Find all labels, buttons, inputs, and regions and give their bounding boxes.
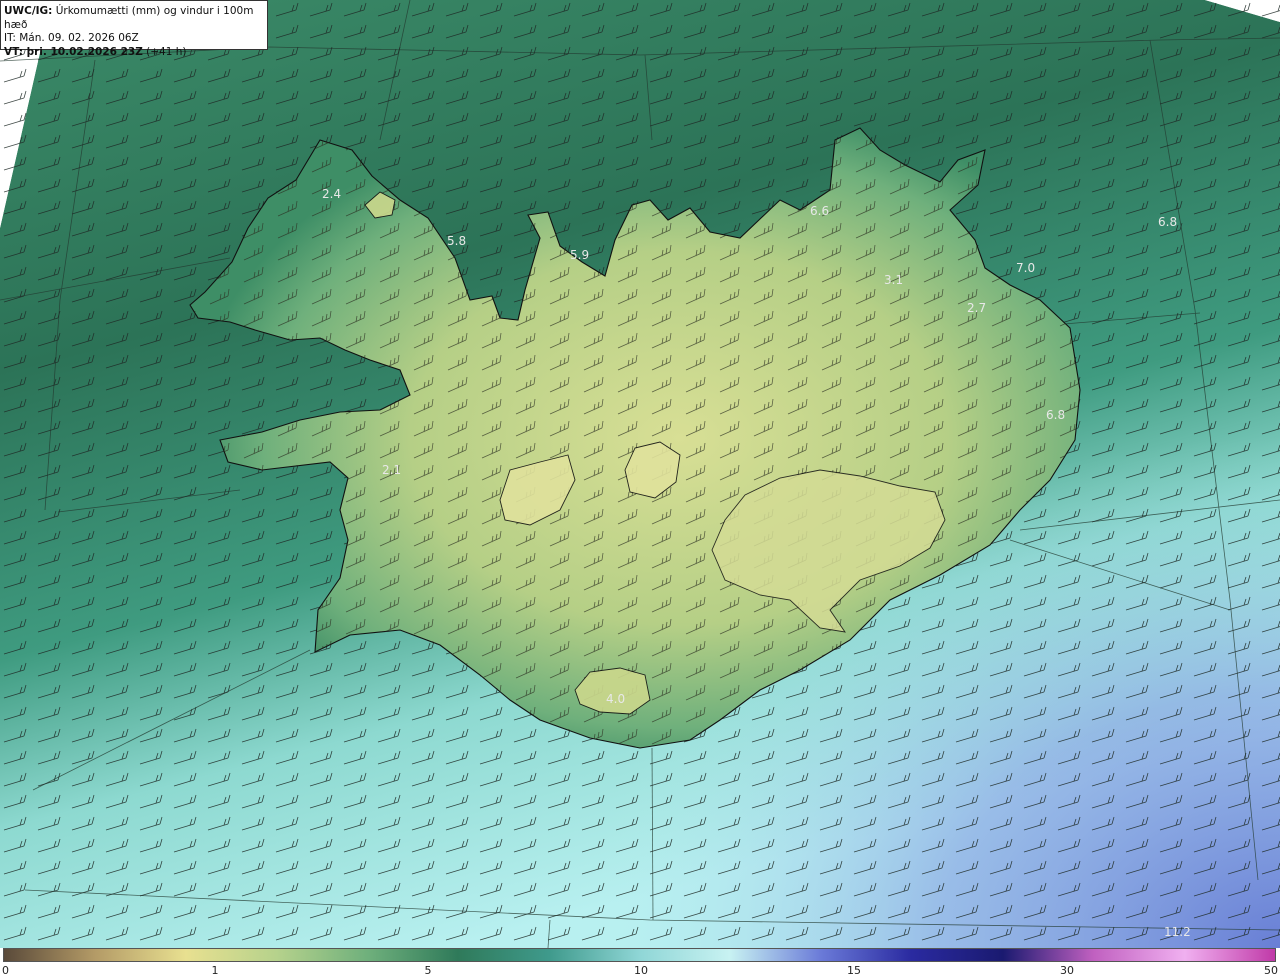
valid-time-line: VT: þri. 10.02.2026 23Z (+41 h) (4, 46, 264, 60)
value-label: 2.1 (382, 463, 401, 477)
colorbar-tick: 0 (2, 964, 9, 977)
value-label: 2.4 (322, 187, 341, 201)
value-label: 5.8 (447, 234, 466, 248)
value-label: 6.6 (810, 204, 829, 218)
lead-time: (+41 h) (142, 45, 187, 58)
valid-time: VT: þri. 10.02.2026 23Z (4, 45, 143, 58)
colorbar-tick: 1 (211, 964, 219, 977)
colorbar-tick: 10 (634, 964, 648, 977)
value-label: 4.0 (606, 692, 625, 706)
value-label: 11.2 (1164, 925, 1191, 939)
value-label: 5.9 (570, 248, 589, 262)
colorbar-legend: 0 1 5 10 15 30 50 (0, 948, 1280, 978)
colorbar-tick: 50 (1264, 964, 1278, 977)
colorbar-tick: 5 (424, 964, 432, 977)
model-parameter-line: UWC/IG: Úrkomumætti (mm) og vindur i 100… (4, 5, 264, 32)
map-canvas: 2.4 5.8 5.9 6.6 6.8 7.0 3.1 2.7 6.8 2.1 … (0, 0, 1280, 948)
precipitation-map[interactable]: 2.4 5.8 5.9 6.6 6.8 7.0 3.1 2.7 6.8 2.1 … (0, 0, 1280, 978)
initial-time-line: IT: Mán. 09. 02. 2026 06Z (4, 32, 139, 44)
value-label: 7.0 (1016, 261, 1035, 275)
colorbar-tick: 30 (1060, 964, 1074, 977)
colorbar-strip (3, 948, 1276, 962)
model-name: UWC/IG: (4, 5, 53, 17)
value-label: 6.8 (1158, 215, 1177, 229)
value-label: 2.7 (967, 301, 986, 315)
value-label: 6.8 (1046, 408, 1065, 422)
value-label: 3.1 (884, 273, 903, 287)
map-info-box: UWC/IG: Úrkomumætti (mm) og vindur i 100… (0, 0, 268, 58)
colorbar-tick: 15 (847, 964, 861, 977)
